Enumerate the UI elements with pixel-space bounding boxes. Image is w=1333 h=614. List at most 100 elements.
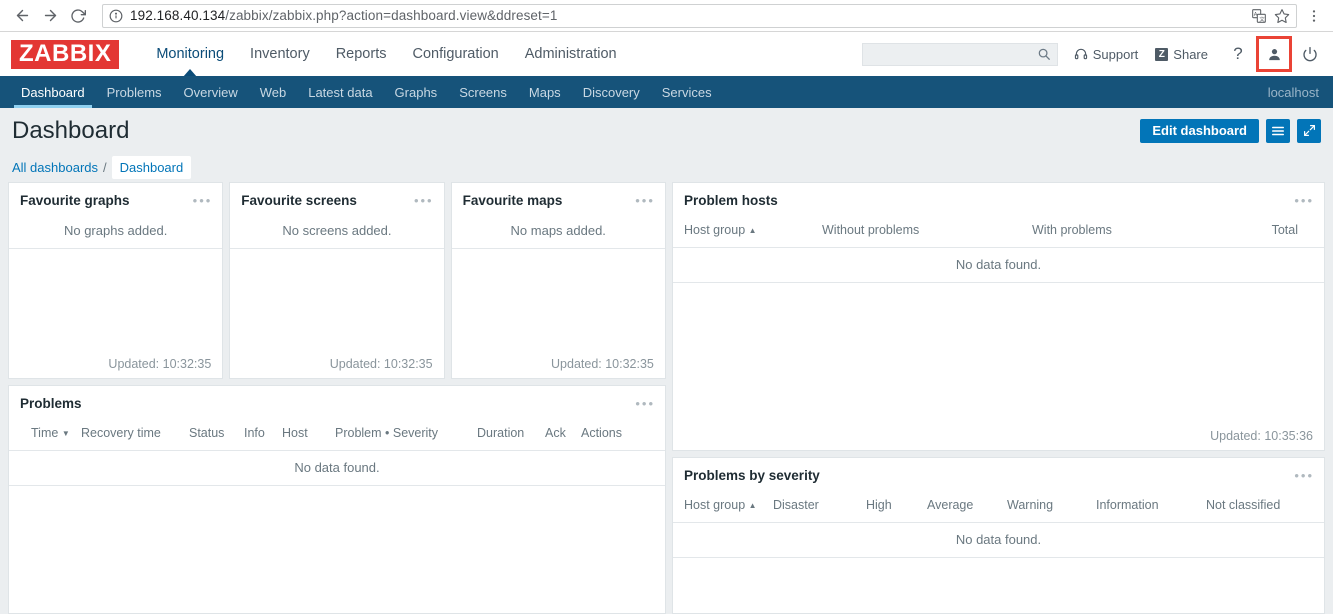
column-host-group[interactable]: Host group ▲ [673,217,822,248]
column-host[interactable]: Host [282,420,335,451]
page-title: Dashboard [12,116,130,144]
nav-item-web[interactable]: Web [249,76,298,108]
nav-item-problems[interactable]: Problems [96,76,173,108]
translate-icon[interactable]: A 文 [1251,8,1267,24]
headset-icon [1074,47,1088,61]
column-without-problems: Without problems [822,217,1032,248]
zabbix-header: ZABBIX Monitoring Inventory Reports Conf… [0,32,1333,76]
main-menu-label: Reports [335,46,387,62]
main-menu-item-administration[interactable]: Administration [512,32,630,76]
zabbix-logo[interactable]: ZABBIX [11,39,120,69]
nav-item-latest-data[interactable]: Latest data [297,76,383,108]
widget-spacer [230,249,443,357]
widget-spacer [673,558,1324,613]
nav-item-overview[interactable]: Overview [173,76,249,108]
nav-label: Discovery [582,84,640,100]
address-bar[interactable]: 192.168.40.134/zabbix/zabbix.php?action=… [102,3,1297,28]
nav-label: Web [259,84,287,100]
no-data-message: No data found. [673,522,1324,558]
widget-menu-icon[interactable]: ••• [1294,469,1314,482]
dashboard-column-right: Problem hosts ••• Host group ▲ Without p… [672,182,1325,614]
zabbix-share-icon: Z [1155,47,1169,61]
widget-title: Problems by severity [684,467,820,483]
widget-title: Favourite graphs [20,192,130,208]
column-with-problems: With problems [1032,217,1224,248]
nav-item-discovery[interactable]: Discovery [572,76,651,108]
nav-label: Graphs [394,84,438,100]
support-label: Support [1092,46,1139,62]
widget-menu-icon[interactable]: ••• [1294,194,1314,207]
column-disaster: Disaster [773,492,866,523]
power-icon[interactable] [1299,46,1321,62]
main-menu-item-monitoring[interactable]: Monitoring [143,32,237,76]
widget-updated: Updated: 10:32:35 [108,357,212,371]
main-menu-label: Administration [524,46,617,62]
problem-hosts-table: Host group ▲ Without problems With probl… [673,217,1324,283]
breadcrumb-current[interactable]: Dashboard [111,156,192,179]
nav-label: Overview [183,84,238,100]
nav-item-services[interactable]: Services [651,76,723,108]
help-icon[interactable]: ? [1225,41,1251,67]
nav-label: Maps [528,84,561,100]
nav-item-maps[interactable]: Maps [518,76,572,108]
page-content: Dashboard Edit dashboard All dashboards … [0,108,1333,614]
widget-header: Problem hosts ••• [673,183,1324,217]
star-icon[interactable] [1274,8,1290,24]
breadcrumb: All dashboards / Dashboard [0,153,1333,182]
user-profile-icon[interactable] [1256,36,1292,72]
column-problem-severity[interactable]: Problem • Severity [335,420,477,451]
empty-message: No screens added. [230,217,444,249]
column-status[interactable]: Status [189,420,244,451]
widget-title: Problem hosts [684,192,778,208]
page-header: Dashboard Edit dashboard [0,108,1333,153]
share-label: Share [1173,46,1208,62]
column-actions: Actions [581,420,665,451]
widget-spacer [452,249,665,357]
back-arrow-icon[interactable] [8,2,36,30]
site-info-icon[interactable] [109,9,123,23]
column-host-group[interactable]: Host group ▲ [673,492,773,523]
search-icon[interactable] [1037,47,1051,61]
main-menu-label: Inventory [250,46,310,62]
header-actions: Support Z Share ? [861,36,1333,72]
column-recovery-time[interactable]: Recovery time [81,420,189,451]
url-host: 192.168.40.134 [130,8,226,23]
main-menu-item-configuration[interactable]: Configuration [399,32,511,76]
main-menu-label: Monitoring [156,46,225,62]
widget-menu-icon[interactable]: ••• [193,194,213,207]
edit-dashboard-button[interactable]: Edit dashboard [1140,118,1259,143]
nav-item-screens[interactable]: Screens [448,76,518,108]
widget-body: No graphs added. Updated: 10:32:35 [9,217,223,378]
widget-menu-icon[interactable]: ••• [414,194,434,207]
column-duration: Duration [477,420,545,451]
reload-icon[interactable] [64,2,92,30]
breadcrumb-all-dashboards[interactable]: All dashboards [12,160,98,175]
column-total: Total [1224,217,1324,248]
search-input[interactable] [861,42,1058,66]
table-row: No data found. [673,522,1324,558]
favourites-row: Favourite graphs ••• No graphs added. Up… [8,182,666,379]
main-menu: Monitoring Inventory Reports Configurati… [143,32,629,76]
main-menu-item-reports[interactable]: Reports [323,32,400,76]
support-link[interactable]: Support [1074,46,1139,62]
column-warning: Warning [1007,492,1096,523]
nav-label: Services [661,84,712,100]
nav-label: Latest data [308,84,373,100]
forward-arrow-icon[interactable] [36,2,64,30]
column-ack: Ack [545,420,581,451]
nav-item-graphs[interactable]: Graphs [384,76,449,108]
widget-spacer [9,249,222,357]
share-link[interactable]: Z Share [1155,47,1208,62]
problems-table: Time ▼ Recovery time Status Info Host Pr… [9,420,665,486]
main-menu-item-inventory[interactable]: Inventory [237,32,323,76]
widget-menu-icon[interactable]: ••• [635,397,655,410]
dashboard-menu-button[interactable] [1266,118,1290,143]
widget-menu-icon[interactable]: ••• [635,194,655,207]
chrome-menu-icon[interactable] [1303,8,1325,24]
column-info: Info [244,420,282,451]
fullscreen-button[interactable] [1297,118,1321,143]
nav-label: Dashboard [21,84,85,100]
nav-item-dashboard[interactable]: Dashboard [10,76,96,108]
column-time[interactable]: Time ▼ [9,420,81,451]
widget-body: Host group ▲ Without problems With probl… [673,217,1324,450]
